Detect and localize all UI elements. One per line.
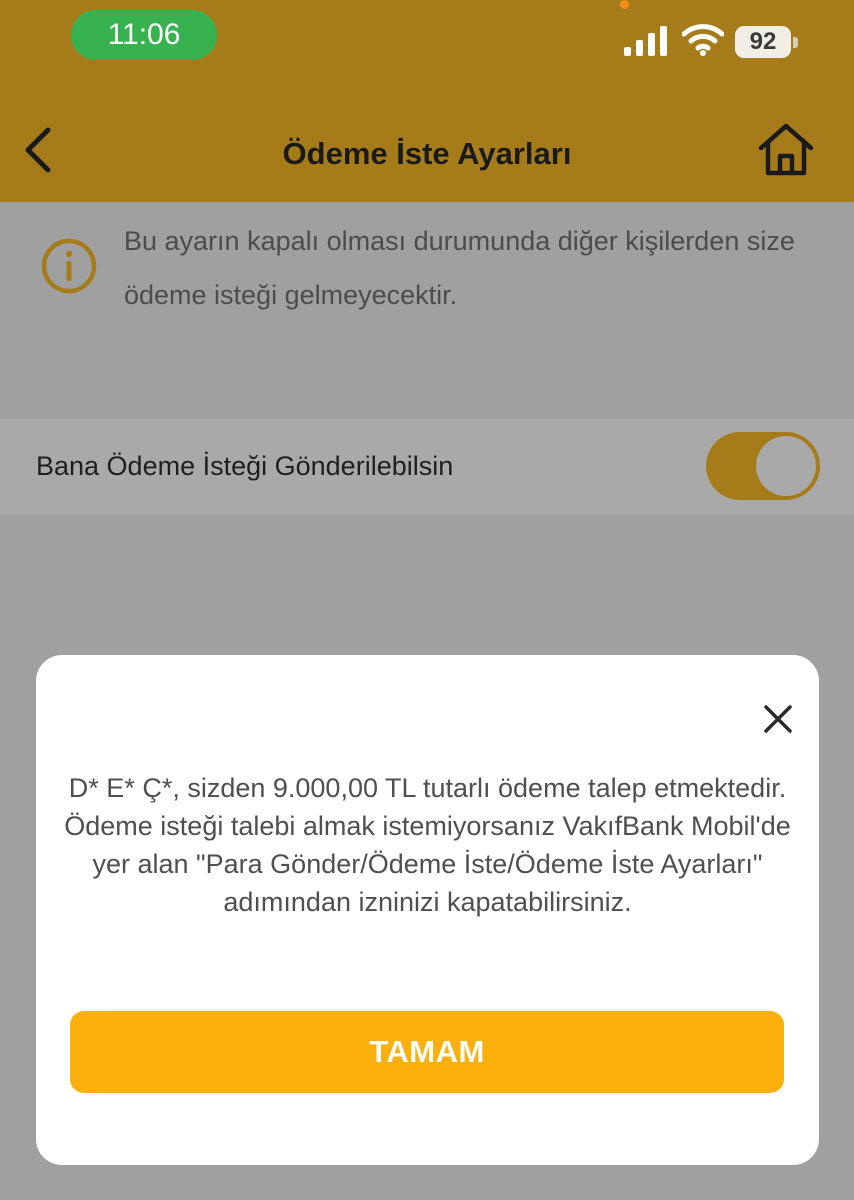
setting-row: Bana Ödeme İsteği Gönderilebilsin — [0, 419, 854, 514]
close-icon[interactable] — [758, 699, 798, 739]
privacy-indicator-dot — [620, 0, 629, 9]
app-header: 11:06 92 Ödeme İste Ayarları — [0, 0, 854, 202]
wifi-icon — [682, 24, 724, 56]
info-dialog: D* E* Ç*, sizden 9.000,00 TL tutarlı öde… — [36, 655, 819, 1165]
page-title: Ödeme İste Ayarları — [282, 136, 572, 171]
info-text: Bu ayarın kapalı olması durumunda diğer … — [124, 226, 795, 310]
battery-level: 92 — [735, 26, 791, 58]
dialog-message: D* E* Ç*, sizden 9.000,00 TL tutarlı öde… — [64, 773, 791, 917]
payment-request-toggle[interactable] — [706, 432, 820, 500]
status-time: 11:06 — [71, 10, 217, 60]
battery-tip — [793, 37, 798, 48]
ok-button[interactable]: TAMAM — [70, 1011, 784, 1093]
cellular-signal-icon — [624, 26, 667, 56]
screen: 11:06 92 Ödeme İste Ayarları Bu ayarın k… — [0, 0, 854, 1200]
chevron-left-icon[interactable] — [18, 120, 62, 180]
setting-label: Bana Ödeme İsteği Gönderilebilsin — [36, 451, 454, 481]
info-icon — [41, 238, 97, 294]
home-icon[interactable] — [756, 120, 816, 178]
battery-icon: 92 — [735, 26, 799, 58]
toggle-knob — [756, 436, 816, 496]
